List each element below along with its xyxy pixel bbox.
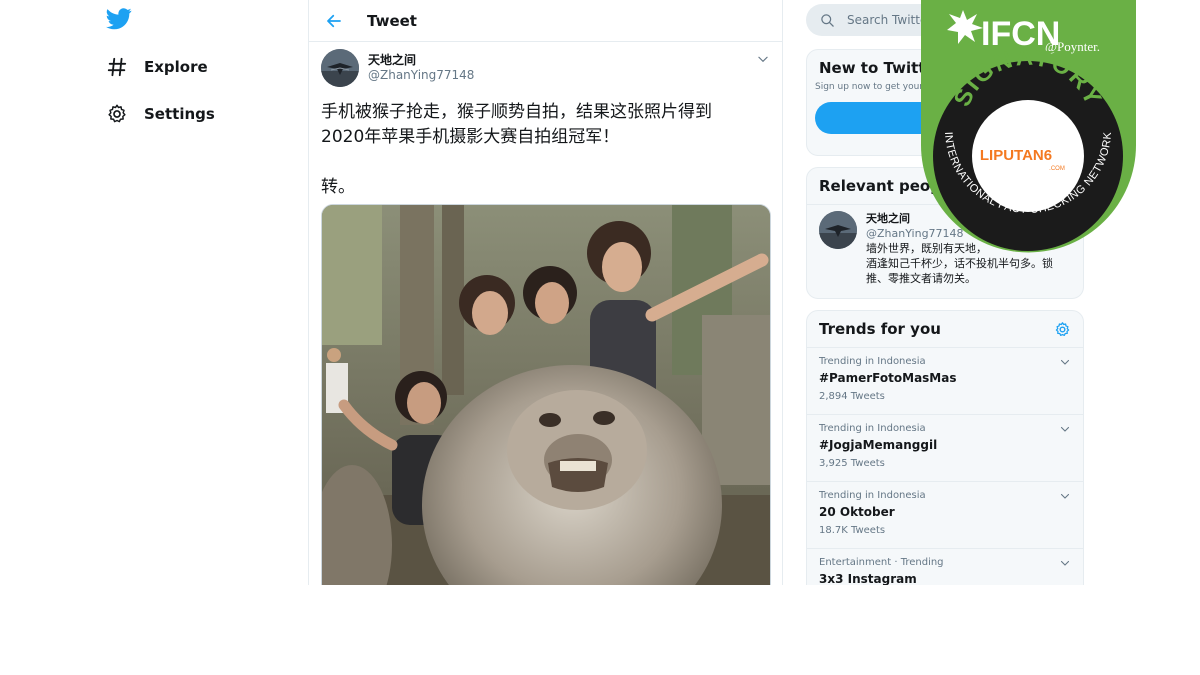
trend-count: 2,894 Tweets bbox=[819, 391, 885, 402]
trends-title: Trends for you bbox=[819, 320, 941, 338]
trend-count: 18.7K Tweets bbox=[819, 525, 886, 536]
badge-partner: @Poynter. bbox=[1045, 39, 1100, 54]
trend-name: 3x3 Instagram bbox=[819, 572, 917, 585]
back-arrow-icon[interactable] bbox=[325, 12, 343, 30]
tweet-text-line: 转。 bbox=[321, 177, 355, 197]
tweet-author[interactable]: 天地之间 @ZhanYing77148 bbox=[321, 49, 474, 87]
chevron-down-icon[interactable] bbox=[1059, 557, 1071, 569]
chevron-down-icon[interactable] bbox=[1059, 490, 1071, 502]
nav-explore-label: Explore bbox=[144, 58, 208, 76]
chevron-down-icon[interactable] bbox=[756, 52, 770, 66]
trend-item[interactable]: Trending in Indonesia 20 Oktober 18.7K T… bbox=[807, 482, 1083, 549]
gear-icon bbox=[108, 104, 126, 123]
trends-card: Trends for you Trending in Indonesia #Pa… bbox=[806, 310, 1084, 585]
gear-icon[interactable] bbox=[1054, 321, 1071, 338]
trend-item[interactable]: Trending in Indonesia #JogjaMemanggil 3,… bbox=[807, 415, 1083, 482]
nav-settings-label: Settings bbox=[144, 105, 215, 123]
search-icon bbox=[821, 13, 834, 27]
avatar[interactable] bbox=[321, 49, 359, 87]
trend-name: #JogjaMemanggil bbox=[819, 438, 938, 452]
liputan6-logo-sub: .COM bbox=[1049, 166, 1065, 172]
author-handle: @ZhanYing77148 bbox=[368, 68, 475, 82]
avatar[interactable] bbox=[819, 211, 857, 249]
trend-count: 3,925 Tweets bbox=[819, 458, 885, 469]
trend-name: 20 Oktober bbox=[819, 505, 895, 519]
twitter-logo-icon[interactable] bbox=[106, 8, 132, 30]
twitter-page: Explore Settings Tweet 天地之间 @ZhanYing771… bbox=[0, 0, 1200, 585]
chevron-down-icon[interactable] bbox=[1059, 423, 1071, 435]
hashtag-icon bbox=[107, 57, 127, 77]
liputan6-logo-text: LIPUTAN6 bbox=[980, 147, 1052, 164]
trend-meta: Entertainment · Trending bbox=[819, 557, 944, 568]
trend-meta: Trending in Indonesia bbox=[819, 356, 926, 367]
tweet-text: 手机被猴子抢走，猴子顺势自拍，结果这张照片得到 2020年苹果手机摄影大赛自拍组… bbox=[321, 100, 761, 200]
tweet-text-line: 手机被猴子抢走，猴子顺势自拍，结果这张照片得到 bbox=[321, 102, 712, 122]
trend-meta: Trending in Indonesia bbox=[819, 423, 926, 434]
fighter-jet-avatar-image bbox=[321, 49, 359, 87]
trend-item[interactable]: Trending in Indonesia #PamerFotoMasMas 2… bbox=[807, 348, 1083, 415]
relevant-person-bio: 推、零推文者请勿关。 bbox=[866, 272, 976, 285]
trend-meta: Trending in Indonesia bbox=[819, 490, 926, 501]
trend-name: #PamerFotoMasMas bbox=[819, 371, 957, 385]
chevron-down-icon[interactable] bbox=[1059, 356, 1071, 368]
nav-settings[interactable]: Settings bbox=[106, 103, 215, 125]
trends-header: Trends for you bbox=[807, 311, 1083, 348]
relevant-person-bio: 酒逢知己千杯少，话不投机半句多。锁 bbox=[866, 257, 1053, 270]
ifcn-signatory-badge: IFCN @Poynter. SIGNATORY INTERNATIONAL F… bbox=[921, 0, 1136, 253]
monkey-selfie-image bbox=[322, 205, 770, 585]
fighter-jet-avatar-image bbox=[819, 211, 857, 249]
trend-item[interactable]: Entertainment · Trending 3x3 Instagram bbox=[807, 549, 1083, 585]
tweet-text-line: 2020年苹果手机摄影大赛自拍组冠军！ bbox=[321, 127, 620, 147]
tweet-column: Tweet 天地之间 @ZhanYing77148 手机被猴子抢走，猴子顺势自拍… bbox=[308, 0, 783, 585]
tweet-photo[interactable] bbox=[321, 204, 771, 585]
author-name: 天地之间 bbox=[368, 53, 417, 67]
tweet-header-title: Tweet bbox=[367, 11, 417, 30]
tweet-header: Tweet bbox=[309, 0, 782, 42]
nav-explore[interactable]: Explore bbox=[106, 56, 208, 78]
